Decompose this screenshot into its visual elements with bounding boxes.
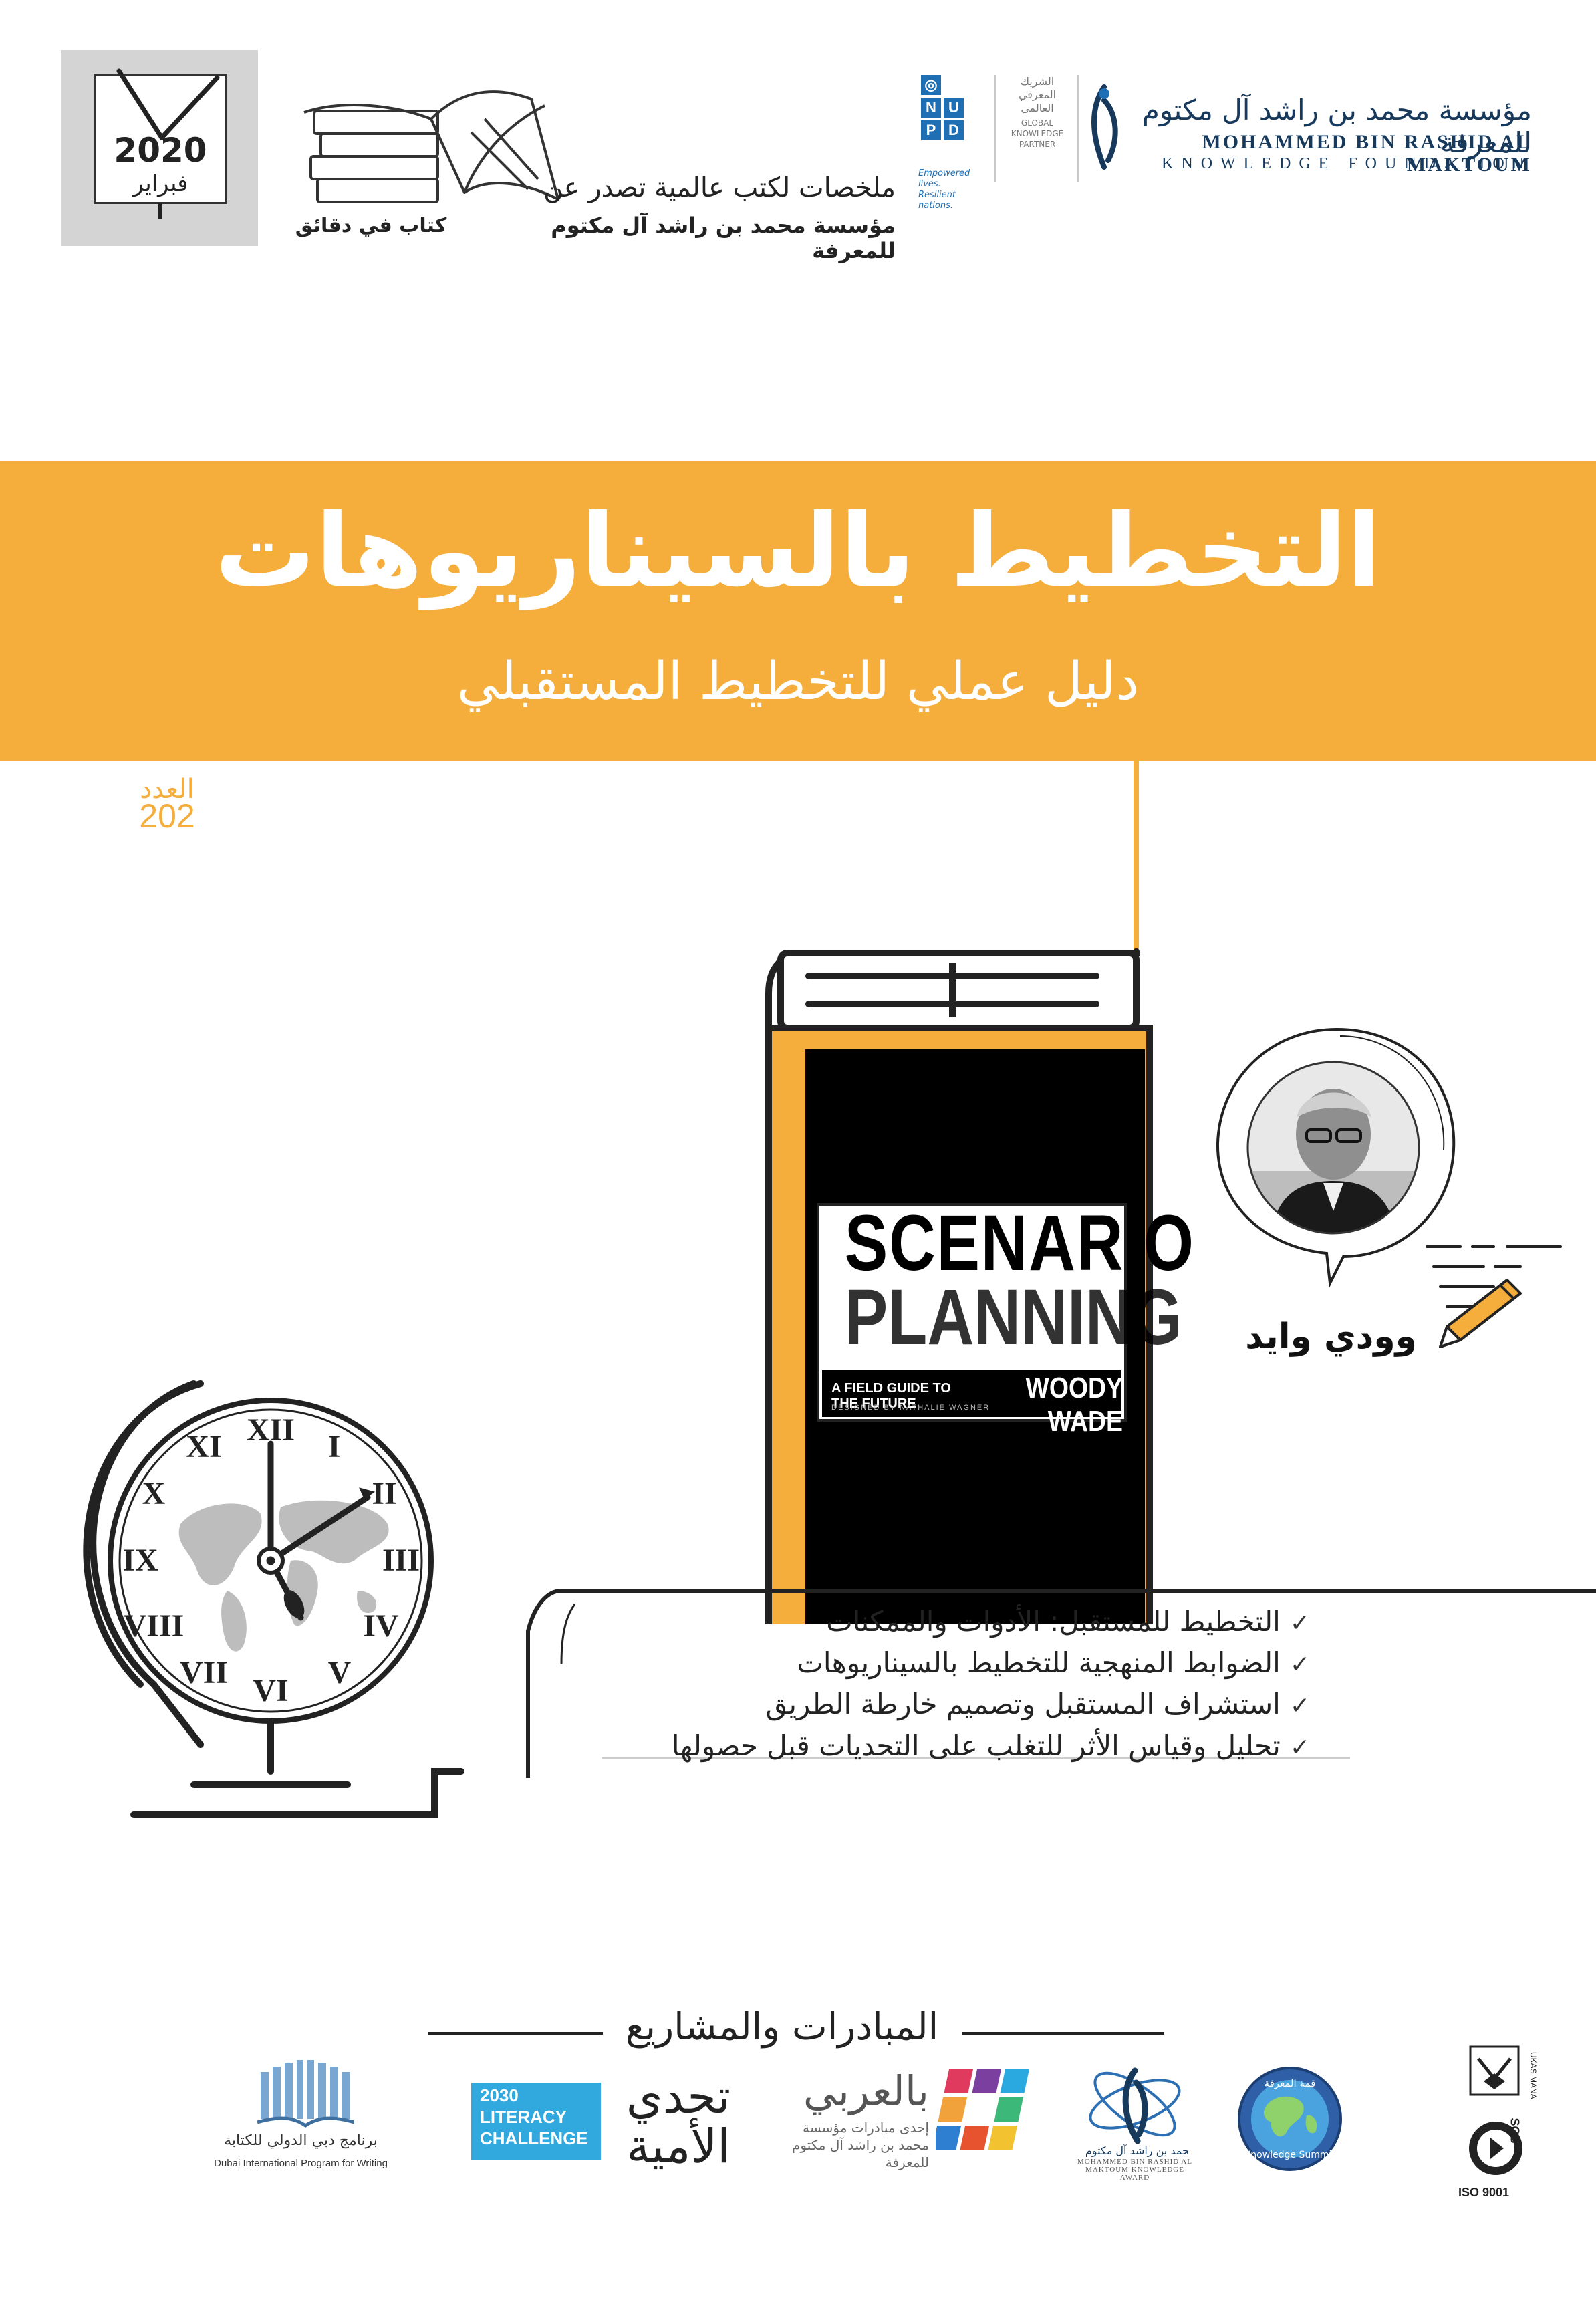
summaries-tagline: ملخصات لكتب عالمية تصدر عن <box>543 172 896 203</box>
calendar-month: فبراير <box>132 170 188 197</box>
undp-tagline: Empowered lives. Resilient nations. <box>918 168 970 211</box>
knowledge-award-name-en: MOHAMMED BIN RASHID AL MAKTOUM KNOWLEDGE… <box>1077 2158 1193 2182</box>
svg-text:UKAS MANAGEMENT SYSTEMS: UKAS MANAGEMENT SYSTEMS <box>1528 2052 1538 2099</box>
undp-letter: U <box>944 98 964 118</box>
ukas-certification-icon: UKAS MANAGEMENT SYSTEMS <box>1469 2045 1538 2099</box>
knowledge-award-emblem-icon: جائزة محمد بن راشد آل مكتوم للمعرفة <box>1081 2067 1188 2158</box>
knowledge-summit-name: Knowledge Summit <box>1244 2150 1335 2160</box>
page-subtitle: دليل عملي للتخطيط المستقبلي <box>456 652 1140 712</box>
check-icon: ✓ <box>1289 1651 1310 1678</box>
undp-letter: N <box>921 98 941 118</box>
header-divider <box>994 75 996 182</box>
author-portrait <box>1246 1061 1420 1235</box>
topic-item: ✓التخطيط للمستقبل: الأدوات والممكنات <box>588 1601 1310 1642</box>
svg-text:III: III <box>382 1543 420 1578</box>
topic-item: ✓استشراف المستقبل وتصميم خارطة الطريق <box>588 1684 1310 1725</box>
publisher-line: مؤسسة محمد بن راشد آل مكتوم للمعرفة <box>551 213 896 263</box>
cover-title-line1: SCENARIO <box>844 1199 1195 1287</box>
undp-letter: P <box>921 120 941 140</box>
global-partner-en: GLOBAL KNOWLEDGE PARTNER <box>1011 118 1064 149</box>
pencil-writing-icon <box>1426 1245 1562 1348</box>
calendar-year: 2020 <box>114 131 207 170</box>
page-title: التخطيط بالسيناريوهات <box>215 493 1381 610</box>
foundation-subname-en: KNOWLEDGE FOUNDATION <box>1162 155 1532 172</box>
svg-text:XI: XI <box>186 1429 221 1464</box>
knowledge-summit-name-ar: قمة المعرفة <box>1264 2077 1316 2089</box>
books-caption: كتاب في دقائق <box>295 214 447 237</box>
cover-title-line2: PLANNING <box>844 1273 1183 1362</box>
bilarabi-subtitle: إحدى مبادرات مؤسسة محمد بن راشد آل مكتوم… <box>792 2120 929 2170</box>
author-name: وودي وايد <box>1245 1317 1417 1357</box>
literacy-line2: CHALLENGE <box>480 2128 588 2148</box>
bilarabi-hash-icon <box>936 2069 1029 2150</box>
footer-rule-left <box>428 2032 603 2035</box>
initiatives-title: المبادرات والمشاريع <box>625 2005 939 2049</box>
dipw-name-en: Dubai International Program for Writing <box>214 2158 388 2169</box>
check-icon: ✓ <box>1289 1610 1310 1637</box>
literacy-challenge-ar-logo: تحدي الأمية <box>626 2069 731 2174</box>
iso-label: ISO 9001 <box>1458 2186 1510 2199</box>
literacy-line1: LITERACY <box>480 2107 567 2127</box>
topic-item: ✓تحليل وقياس الأثر للتغلب على التحديات ق… <box>588 1725 1310 1767</box>
global-partner-ar: الشريك المعرفي العالمي <box>1018 75 1057 114</box>
check-icon: ✓ <box>1289 1734 1310 1761</box>
svg-text:IX: IX <box>122 1543 158 1578</box>
topic-item: ✓الضوابط المنهجية للتخطيط بالسيناريوهات <box>588 1642 1310 1684</box>
literacy-year: 2030 <box>480 2085 519 2105</box>
svg-text:جائزة محمد بن راشد آل مكتوم لل: جائزة محمد بن راشد آل مكتوم للمعرفة <box>1081 2144 1188 2158</box>
sgs-label: SGS <box>1508 2118 1522 2144</box>
open-book-logo-icon <box>257 2060 354 2128</box>
svg-text:II: II <box>372 1476 396 1511</box>
svg-text:X: X <box>142 1476 166 1511</box>
topics-list: ✓التخطيط للمستقبل: الأدوات والممكنات ✓ال… <box>588 1601 1310 1767</box>
check-icon: ✓ <box>1289 1692 1310 1720</box>
undp-letter: D <box>944 120 964 140</box>
cover-credit: DESIGNED BY NATHALIE WAGNER <box>831 1404 990 1412</box>
undp-un-emblem-icon: ◎ <box>921 75 941 95</box>
bilarabi-logo-text: بالعربي <box>803 2067 929 2115</box>
dipw-name-ar: برنامج دبي الدولي للكتابة <box>224 2132 378 2149</box>
svg-text:I: I <box>328 1429 341 1464</box>
footer-rule-right <box>962 2032 1164 2035</box>
